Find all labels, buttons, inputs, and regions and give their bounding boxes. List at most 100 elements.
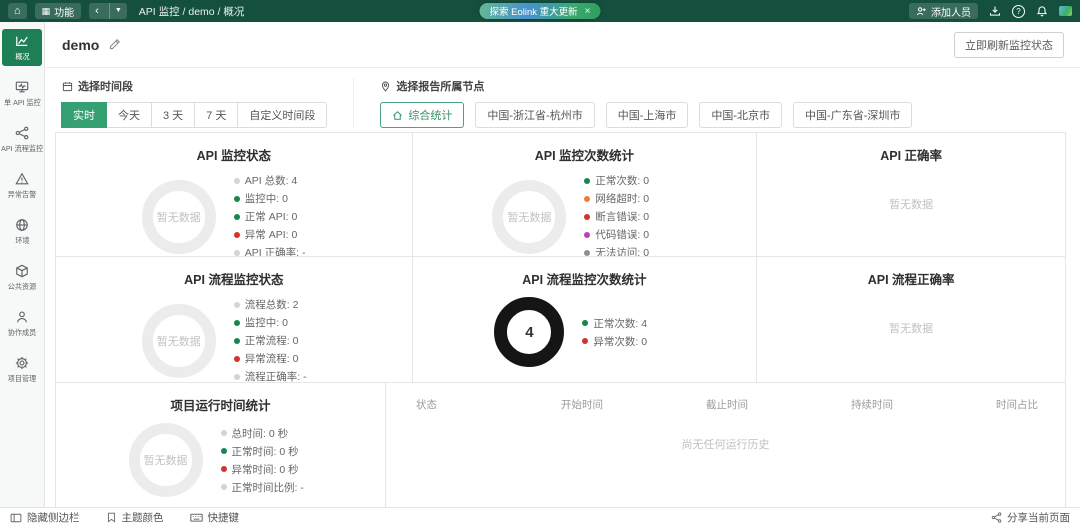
legend-dot	[234, 178, 240, 184]
legend-dot	[584, 214, 590, 220]
grid-icon: ▦	[42, 6, 51, 17]
table-header-row: 状态 开始时间 截止时间 持续时间 时间占比	[386, 383, 1065, 412]
sidebar-item-environment[interactable]: 环境	[2, 213, 42, 250]
filter-bar: 选择时间段 实时 今天 3 天 7 天 自定义时间段	[46, 68, 1080, 128]
donut-chart-empty: 暂无数据	[142, 304, 216, 378]
legend-dot	[221, 466, 227, 472]
card-flow-count: API 流程监控次数统计 4 正常次数: 4	[413, 257, 758, 382]
legend-item: 正常流程: 0	[234, 333, 326, 348]
legend: 总时间: 0 秒 正常时间: 0 秒 异常时间: 0 秒	[221, 426, 313, 495]
legend-dot	[234, 302, 240, 308]
sidebar: 概况 单 API 监控 API 流程监控 异常告警 环境	[0, 22, 45, 507]
donut-chart-flow-count: 4	[494, 297, 564, 367]
hide-sidebar-icon	[10, 512, 22, 524]
sidebar-item-members[interactable]: 协作成员	[2, 305, 42, 342]
node-option-button[interactable]: 中国-上海市	[606, 102, 689, 128]
sidebar-item-shared-resources[interactable]: 公共资源	[2, 259, 42, 296]
time-option-button[interactable]: 自定义时间段	[237, 102, 327, 128]
legend-item: 异常时间: 0 秒	[221, 462, 313, 477]
time-option-button[interactable]: 实时	[61, 102, 107, 128]
calendar-icon	[62, 81, 73, 92]
sidebar-item-alerts[interactable]: 异常告警	[2, 167, 42, 204]
card-flow-rate: API 流程正确率 暂无数据	[757, 257, 1065, 382]
hide-sidebar-button[interactable]: 隐藏侧边栏	[10, 510, 80, 525]
map-pin-icon	[380, 81, 391, 92]
legend-dot	[221, 430, 227, 436]
promo-close-icon[interactable]: ×	[585, 6, 591, 17]
refresh-status-button[interactable]: 立即刷新监控状态	[954, 32, 1064, 58]
history-caret-icon[interactable]: ▼	[109, 3, 127, 19]
time-filter-group: 选择时间段 实时 今天 3 天 7 天 自定义时间段	[62, 78, 353, 128]
add-member-button[interactable]: 添加人员	[909, 3, 978, 19]
page-header: demo 立即刷新监控状态	[46, 22, 1080, 68]
card-runtime: 项目运行时间统计 暂无数据 总时间: 0 秒	[56, 383, 386, 507]
table-header-cell: 截止时间	[706, 397, 851, 412]
legend-item: 监控中: 0	[234, 315, 326, 330]
announcement-flag-icon[interactable]	[1059, 6, 1072, 16]
overview-chart-icon	[15, 34, 29, 48]
legend-dot	[221, 448, 227, 454]
bookmark-icon	[106, 512, 117, 523]
legend: 流程总数: 2 监控中: 0 正常流程: 0	[234, 297, 326, 382]
menu-button[interactable]: ▦ 功能	[35, 3, 82, 19]
person-add-icon	[916, 6, 927, 17]
legend-item: 正常次数: 4	[582, 316, 674, 331]
promo-banner[interactable]: 探索 Eolink 重大更新 ×	[480, 3, 601, 19]
legend-dot	[584, 196, 590, 202]
share-page-button[interactable]: 分享当前页面	[991, 510, 1070, 525]
node-option-button[interactable]: 中国-浙江省-杭州市	[475, 102, 594, 128]
legend-item: 无法访问: 0	[584, 245, 676, 256]
cards-row-3: 项目运行时间统计 暂无数据 总时间: 0 秒	[56, 383, 1065, 507]
home-button[interactable]: ⌂	[8, 3, 27, 19]
back-arrow-icon[interactable]: ‹	[89, 3, 105, 19]
legend-item: 异常 API: 0	[234, 227, 326, 242]
legend-item: 异常流程: 0	[234, 351, 326, 366]
sidebar-item-overview[interactable]: 概况	[2, 29, 42, 66]
edit-pencil-icon[interactable]	[108, 38, 121, 51]
legend-item: 断言错误: 0	[584, 209, 676, 224]
sidebar-item-api-flow-monitor[interactable]: API 流程监控	[2, 121, 42, 158]
node-filter-label: 选择报告所属节点	[380, 78, 912, 94]
legend-item: API 总数: 4	[234, 173, 326, 188]
table-header-cell: 持续时间	[851, 397, 996, 412]
dashboard-panel: API 监控状态 暂无数据 API 总数: 4	[55, 132, 1066, 507]
legend-dot	[234, 196, 240, 202]
legend-item: 正常次数: 0	[584, 173, 676, 188]
node-option-button[interactable]: 中国-北京市	[699, 102, 782, 128]
share-icon	[991, 512, 1002, 523]
sidebar-item-single-api-monitor[interactable]: 单 API 监控	[2, 75, 42, 112]
help-icon[interactable]: ?	[1012, 5, 1025, 18]
time-option-button[interactable]: 3 天	[151, 102, 195, 128]
flow-monitor-icon	[15, 126, 29, 140]
legend-item: 正常时间比例: -	[221, 480, 313, 495]
legend-item: 总时间: 0 秒	[221, 426, 313, 441]
back-button[interactable]: ‹ ▼	[89, 3, 127, 19]
download-icon[interactable]	[989, 5, 1001, 17]
topbar-actions: 添加人员 ?	[909, 3, 1072, 19]
legend-dot	[234, 374, 240, 380]
legend-item: 监控中: 0	[234, 191, 326, 206]
resources-cube-icon	[15, 264, 29, 278]
legend-dot	[234, 356, 240, 362]
warning-icon	[15, 172, 29, 186]
empty-state-text: 暂无数据	[757, 196, 1065, 212]
donut-chart-empty: 暂无数据	[492, 180, 566, 254]
node-all-button[interactable]: 综合统计	[380, 102, 464, 128]
node-option-button[interactable]: 中国-广东省-深圳市	[793, 102, 912, 128]
bell-icon[interactable]	[1036, 5, 1048, 17]
theme-color-button[interactable]: 主题颜色	[106, 510, 164, 525]
breadcrumb[interactable]: API 监控 / demo / 概况	[139, 4, 245, 19]
legend-dot	[584, 250, 590, 256]
time-option-button[interactable]: 7 天	[194, 102, 238, 128]
legend-dot	[234, 320, 240, 326]
shortcuts-button[interactable]: 快捷键	[190, 510, 240, 525]
time-filter-label: 选择时间段	[62, 78, 327, 94]
sidebar-item-project-settings[interactable]: 项目管理	[2, 351, 42, 388]
legend-dot	[584, 178, 590, 184]
legend: 正常次数: 0 网络超时: 0 断言错误: 0	[584, 173, 676, 256]
time-option-button[interactable]: 今天	[106, 102, 152, 128]
node-filter-group: 选择报告所属节点 综合统计 中国-浙江省-杭州市 中国-上海市	[353, 78, 938, 128]
legend-item: 正常时间: 0 秒	[221, 444, 313, 459]
gear-icon	[15, 356, 29, 370]
keyboard-icon	[190, 511, 203, 524]
